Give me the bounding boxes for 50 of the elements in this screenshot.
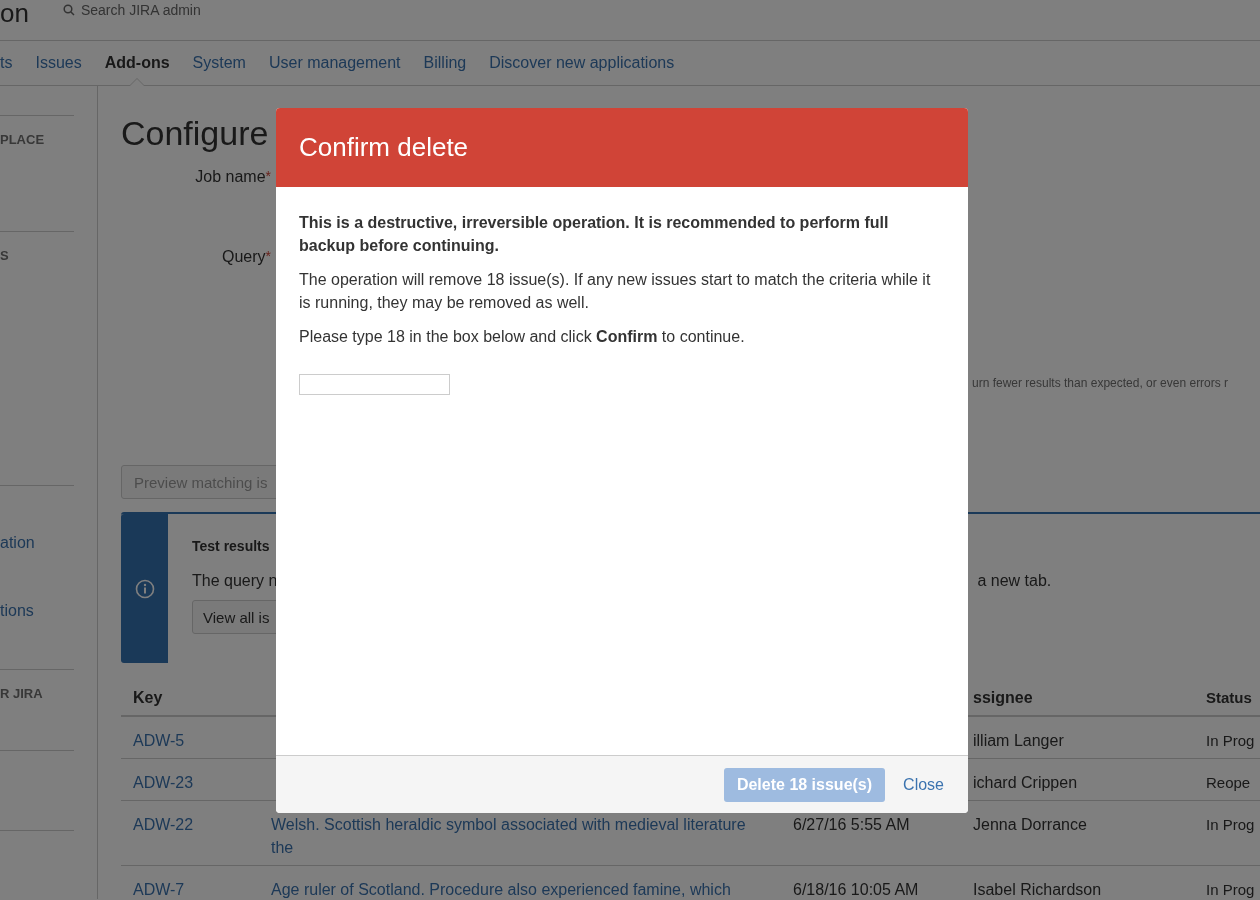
required-mark: * [265, 248, 271, 264]
confirm-input-field[interactable] [299, 374, 450, 395]
info-text: a new tab. [977, 572, 1052, 590]
page-title: Configure [121, 113, 269, 154]
field-label: Job name [195, 168, 266, 186]
required-mark: * [265, 168, 271, 184]
nav-tab[interactable]: Add-ons [104, 40, 170, 86]
hint-text: urn fewer results than expected, or even errors r [972, 376, 1229, 390]
table-cell-text: 6/27/16 5:55 AM [793, 815, 910, 835]
column-header: Status [1206, 689, 1252, 706]
close-link[interactable]: Close [903, 775, 944, 794]
nav-tab[interactable]: Discover new applications [489, 40, 675, 86]
sidebar-heading: PLACE [0, 132, 46, 147]
search-icon [62, 4, 75, 16]
warning-text: This is a destructive, irreversible operation. It is recommended to perform full backup before continuing. [299, 213, 890, 256]
issue-summary-link[interactable]: Welsh. Scottish heraldic symbol associated with medieval literature the [271, 813, 769, 859]
nav-tab[interactable]: User management [268, 40, 401, 86]
table-cell-text: In Prog [1206, 731, 1255, 751]
nav-tab[interactable]: System [192, 40, 246, 86]
sidebar-link[interactable]: ation [0, 534, 74, 552]
table-cell-text: Reope [1206, 773, 1251, 793]
nav-tab[interactable]: Billing [423, 40, 467, 86]
table-cell-text: In Prog [1206, 880, 1255, 900]
sidebar-heading: R JIRA [0, 686, 44, 701]
message-text: The operation will remove 18 issue(s). If any new issues start to match the criteria while it is running, they may be removed as well. [299, 270, 932, 313]
instruction-text: Please type 18 in the box below and click Confirm to continue. [299, 327, 745, 347]
sidebar-heading: S [0, 248, 10, 263]
table-cell-text: 6/18/16 10:05 AM [793, 880, 919, 900]
info-title: Test results [192, 538, 270, 554]
table-cell-text: In Prog [1206, 815, 1255, 835]
dialog-title: Confirm delete [299, 132, 469, 163]
issue-key-link[interactable]: ADW-7 [133, 878, 185, 900]
issue-summary-link[interactable]: Age ruler of Scotland. Procedure also experienced famine, which [271, 878, 731, 900]
issue-key-link[interactable]: ADW-5 [133, 729, 185, 752]
nav-tab[interactable]: Issues [35, 40, 82, 86]
table-cell-text: Jenna Dorrance [973, 815, 1087, 835]
column-header: ssignee [973, 688, 1033, 706]
field-label: Query [221, 248, 266, 266]
logo-text[interactable]: on [0, 0, 29, 26]
issue-key-link[interactable]: ADW-23 [133, 771, 194, 794]
table-cell-text: Isabel Richardson [973, 880, 1102, 900]
table-cell-text: ichard Crippen [973, 773, 1078, 793]
info-icon [134, 578, 155, 599]
info-text: The query n [192, 572, 278, 590]
sidebar-link[interactable]: tions [0, 602, 74, 620]
nav-tab[interactable]: ts [0, 40, 13, 86]
search-field[interactable]: Search JIRA admin [62, 2, 201, 18]
column-header: Key [133, 688, 163, 706]
table-cell-text: illiam Langer [973, 731, 1064, 751]
issue-key-link[interactable]: ADW-22 [133, 813, 194, 836]
